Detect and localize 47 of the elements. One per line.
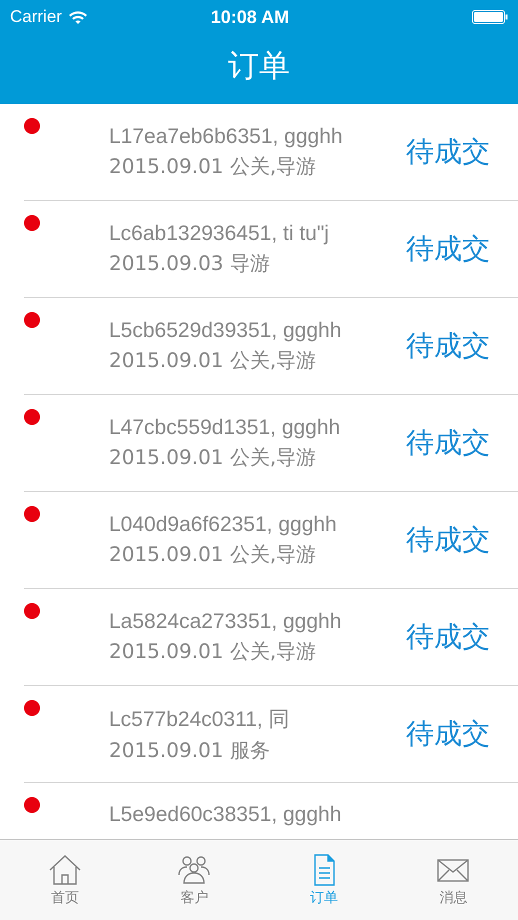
- order-row[interactable]: L040d9a6f62351, ggghh 2015.09.01 公关,导游 待成交: [24, 492, 518, 589]
- tab-item[interactable]: 消息: [388, 840, 518, 920]
- status-dot: [24, 603, 40, 619]
- order-title: L040d9a6f62351, ggghh: [109, 512, 338, 536]
- order-details: 2015.09.01 公关,导游: [109, 346, 318, 374]
- order-row[interactable]: Lc577b24c0311, 同 2015.09.01 服务 待成交: [24, 686, 518, 783]
- carrier-label: Carrier: [10, 7, 62, 27]
- order-status: 待成交: [406, 522, 491, 558]
- status-dot: [24, 409, 40, 425]
- status-dot: [24, 700, 40, 716]
- tab-item[interactable]: 订单: [259, 840, 388, 920]
- order-status: 待成交: [406, 716, 491, 752]
- order-title: Lc6ab132936451, ti tu"j: [109, 222, 330, 246]
- status-time: 10:08 AM: [210, 6, 290, 28]
- battery-icon: [472, 10, 508, 24]
- status-dot: [24, 506, 40, 522]
- tab-item[interactable]: 首页: [0, 840, 130, 920]
- status-dot: [24, 312, 40, 328]
- order-row[interactable]: L17ea7eb6b6351, ggghh 2015.09.01 公关,导游 待成交: [24, 104, 518, 201]
- order-status: 待成交: [406, 328, 491, 364]
- order-details: 2015.09.01 服务: [109, 736, 271, 764]
- order-row[interactable]: L5e9ed60c38351, ggghh: [24, 783, 518, 837]
- order-row[interactable]: Lc6ab132936451, ti tu"j 2015.09.03 导游 待成交: [24, 201, 518, 298]
- tab-item[interactable]: 客户: [130, 840, 259, 920]
- wifi-icon: [68, 10, 88, 24]
- page-title: 订单: [227, 47, 291, 86]
- order-title: L5e9ed60c38351, ggghh: [109, 803, 342, 827]
- order-status: 待成交: [406, 425, 491, 461]
- order-title: L5cb6529d39351, ggghh: [109, 318, 342, 342]
- order-row[interactable]: La5824ca273351, ggghh 2015.09.01 公关,导游 待成交: [24, 589, 518, 686]
- order-details: 2015.09.01 公关,导游: [109, 152, 318, 180]
- order-title: L47cbc559d1351, ggghh: [109, 416, 342, 440]
- order-title: La5824ca273351, ggghh: [109, 610, 342, 634]
- order-details: 2015.09.01 公关,导游: [109, 638, 318, 664]
- status-dot: [24, 118, 40, 134]
- order-status: 待成交: [406, 134, 491, 170]
- status-dot: [24, 797, 40, 813]
- status-dot: [24, 215, 40, 231]
- order-details: 2015.09.03 导游: [109, 250, 271, 276]
- order-status: 待成交: [406, 231, 491, 267]
- order-details: 2015.09.01 公关,导游: [109, 444, 318, 470]
- order-row[interactable]: L47cbc559d1351, ggghh 2015.09.01 公关,导游 待成交: [24, 395, 518, 492]
- order-title: L17ea7eb6b6351, ggghh: [109, 124, 344, 148]
- order-status: 待成交: [406, 619, 491, 655]
- order-row[interactable]: L5cb6529d39351, ggghh 2015.09.01 公关,导游 待成交: [24, 298, 518, 395]
- order-details: 2015.09.01 公关,导游: [109, 540, 318, 568]
- order-title: Lc577b24c0311, 同: [109, 706, 291, 732]
